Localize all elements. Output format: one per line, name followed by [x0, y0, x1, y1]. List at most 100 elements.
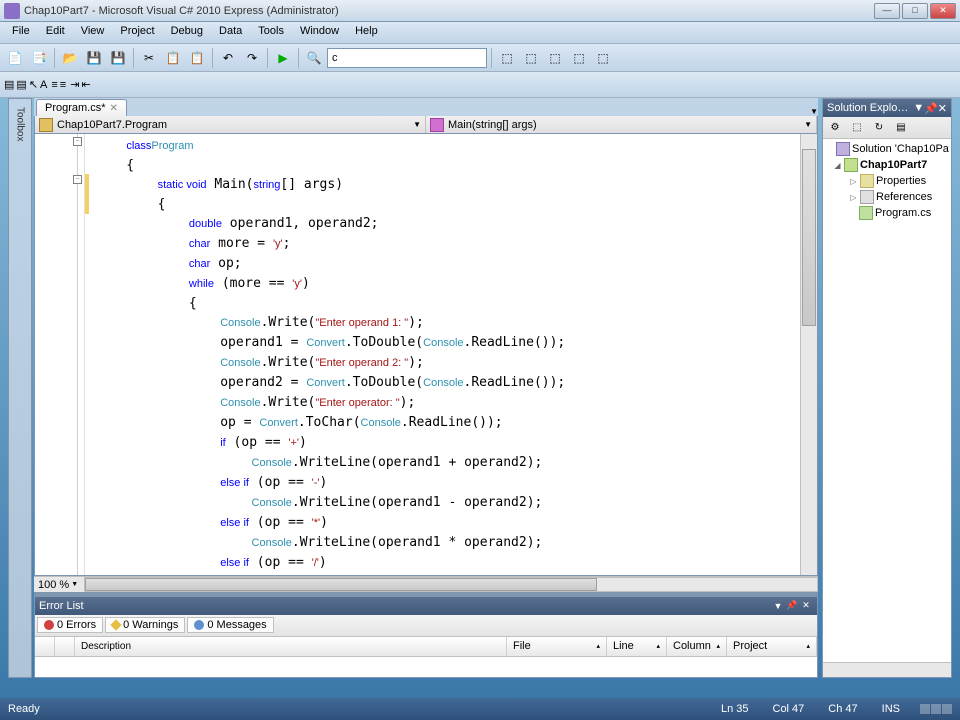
- copy-button[interactable]: 📋: [162, 47, 184, 69]
- class-dropdown[interactable]: Chap10Part7.Program ▼: [35, 116, 426, 133]
- find-button[interactable]: 🔍: [303, 47, 325, 69]
- warning-icon: [110, 619, 121, 630]
- save-button[interactable]: 💾: [83, 47, 105, 69]
- tab-close-icon[interactable]: ✕: [110, 103, 118, 114]
- window-title: Chap10Part7 - Microsoft Visual C# 2010 E…: [24, 5, 874, 17]
- toggle-button-4[interactable]: A: [40, 79, 47, 91]
- find-combo[interactable]: c: [327, 48, 487, 68]
- menu-file[interactable]: File: [4, 22, 38, 43]
- properties-button[interactable]: ⚙: [825, 119, 845, 137]
- tree-references[interactable]: ▷ References: [825, 189, 949, 205]
- outline-collapse-icon[interactable]: −: [73, 175, 82, 184]
- col-icon[interactable]: [35, 637, 55, 656]
- refresh-button[interactable]: ↻: [869, 119, 889, 137]
- comment-button[interactable]: ≡: [51, 79, 57, 91]
- tool-2[interactable]: ⬚: [520, 47, 542, 69]
- scroll-thumb[interactable]: [802, 149, 816, 325]
- tool-3[interactable]: ⬚: [544, 47, 566, 69]
- solution-explorer: Solution Explo… ▼ 📌 ✕ ⚙ ⬚ ↻ ▤ Solution '…: [822, 98, 952, 678]
- close-button[interactable]: ✕: [930, 3, 956, 19]
- menu-bar: File Edit View Project Debug Data Tools …: [0, 22, 960, 44]
- tree-solution[interactable]: Solution 'Chap10Pa: [825, 141, 949, 157]
- tree-properties[interactable]: ▷ Properties: [825, 173, 949, 189]
- text-editor-toolbar: ▤ ▤ ↖ A ≡ ≡ ⇥ ⇤: [0, 72, 960, 98]
- pin-icon[interactable]: 📌: [785, 600, 799, 611]
- menu-view[interactable]: View: [73, 22, 113, 43]
- zoom-level[interactable]: 100 % ▼: [34, 579, 84, 591]
- undo-button[interactable]: ↶: [217, 47, 239, 69]
- scroll-thumb[interactable]: [85, 578, 597, 591]
- errors-filter[interactable]: 0 Errors: [37, 617, 103, 633]
- toggle-button-3[interactable]: ↖: [29, 78, 38, 91]
- tree-program-cs[interactable]: Program.cs: [825, 205, 949, 221]
- col-line[interactable]: Line▴: [607, 637, 667, 656]
- toolbox-panel-tab[interactable]: Toolbox: [8, 98, 32, 678]
- solexp-title: Solution Explo…: [827, 102, 908, 114]
- expand-icon[interactable]: ▷: [849, 177, 858, 186]
- display-object-button[interactable]: ▤: [4, 78, 14, 91]
- method-name: Main(string[] args): [448, 119, 537, 131]
- menu-debug[interactable]: Debug: [163, 22, 211, 43]
- menu-project[interactable]: Project: [112, 22, 162, 43]
- vertical-scrollbar[interactable]: [800, 134, 817, 575]
- minimize-button[interactable]: —: [874, 3, 900, 19]
- dropdown-arrow-icon: ▼: [413, 120, 421, 129]
- solution-icon: [836, 142, 850, 156]
- expand-icon[interactable]: ▷: [849, 193, 858, 202]
- col-column[interactable]: Column▴: [667, 637, 727, 656]
- col-description[interactable]: Description: [75, 637, 507, 656]
- add-item-button[interactable]: 📑: [28, 47, 50, 69]
- code-gutter: − −: [35, 134, 85, 575]
- outdent-button[interactable]: ⇤: [81, 78, 90, 91]
- redo-button[interactable]: ↷: [241, 47, 263, 69]
- menu-edit[interactable]: Edit: [38, 22, 73, 43]
- maximize-button[interactable]: □: [902, 3, 928, 19]
- error-list-panel: Error List ▼ 📌 ✕ 0 Errors 0 Warnings 0 M…: [34, 596, 818, 678]
- menu-tools[interactable]: Tools: [250, 22, 292, 43]
- tab-program-cs[interactable]: Program.cs* ✕: [36, 99, 127, 116]
- start-debug-button[interactable]: ▶: [272, 47, 294, 69]
- error-icon: [44, 620, 54, 630]
- paste-button[interactable]: 📋: [186, 47, 208, 69]
- tree-project[interactable]: ◢ Chap10Part7: [825, 157, 949, 173]
- warnings-filter[interactable]: 0 Warnings: [105, 617, 185, 633]
- app-icon: [4, 3, 20, 19]
- uncomment-button[interactable]: ≡: [60, 79, 66, 91]
- tool-5[interactable]: ⬚: [592, 47, 614, 69]
- solexp-titlebar: Solution Explo… ▼ 📌 ✕: [823, 99, 951, 117]
- menu-window[interactable]: Window: [292, 22, 347, 43]
- menu-help[interactable]: Help: [347, 22, 386, 43]
- collapse-icon[interactable]: ◢: [833, 161, 842, 170]
- tool-4[interactable]: ⬚: [568, 47, 590, 69]
- col-num[interactable]: [55, 637, 75, 656]
- outline-collapse-icon[interactable]: −: [73, 137, 82, 146]
- cut-button[interactable]: ✂: [138, 47, 160, 69]
- pin-icon[interactable]: 📌: [924, 102, 938, 115]
- csharp-file-icon: [859, 206, 873, 220]
- panel-dropdown-icon[interactable]: ▼: [771, 601, 785, 611]
- folder-icon: [860, 174, 874, 188]
- save-all-button[interactable]: 💾: [107, 47, 129, 69]
- open-button[interactable]: 📂: [59, 47, 81, 69]
- tab-dropdown-icon[interactable]: ▼: [810, 107, 818, 116]
- menu-data[interactable]: Data: [211, 22, 250, 43]
- error-filter-bar: 0 Errors 0 Warnings 0 Messages: [35, 615, 817, 637]
- new-project-button[interactable]: 📄: [4, 47, 26, 69]
- solution-tree[interactable]: Solution 'Chap10Pa ◢ Chap10Part7 ▷ Prope…: [823, 139, 951, 662]
- tool-1[interactable]: ⬚: [496, 47, 518, 69]
- horizontal-scrollbar[interactable]: [84, 577, 818, 592]
- panel-close-icon[interactable]: ✕: [938, 102, 947, 115]
- code-text[interactable]: classProgram { static void Main(string[]…: [89, 134, 800, 575]
- show-all-button[interactable]: ⬚: [847, 119, 867, 137]
- view-code-button[interactable]: ▤: [891, 119, 911, 137]
- col-file[interactable]: File▴: [507, 637, 607, 656]
- solexp-scrollbar[interactable]: [823, 662, 951, 677]
- toggle-button-2[interactable]: ▤: [16, 78, 26, 91]
- messages-filter[interactable]: 0 Messages: [187, 617, 273, 633]
- indent-button[interactable]: ⇥: [70, 78, 79, 91]
- code-editor[interactable]: − − classProgram { static void Main(stri…: [34, 134, 818, 576]
- col-project[interactable]: Project▴: [727, 637, 817, 656]
- panel-close-icon[interactable]: ✕: [799, 600, 813, 611]
- panel-dropdown-icon[interactable]: ▼: [913, 102, 924, 114]
- method-dropdown[interactable]: Main(string[] args) ▼: [426, 116, 817, 133]
